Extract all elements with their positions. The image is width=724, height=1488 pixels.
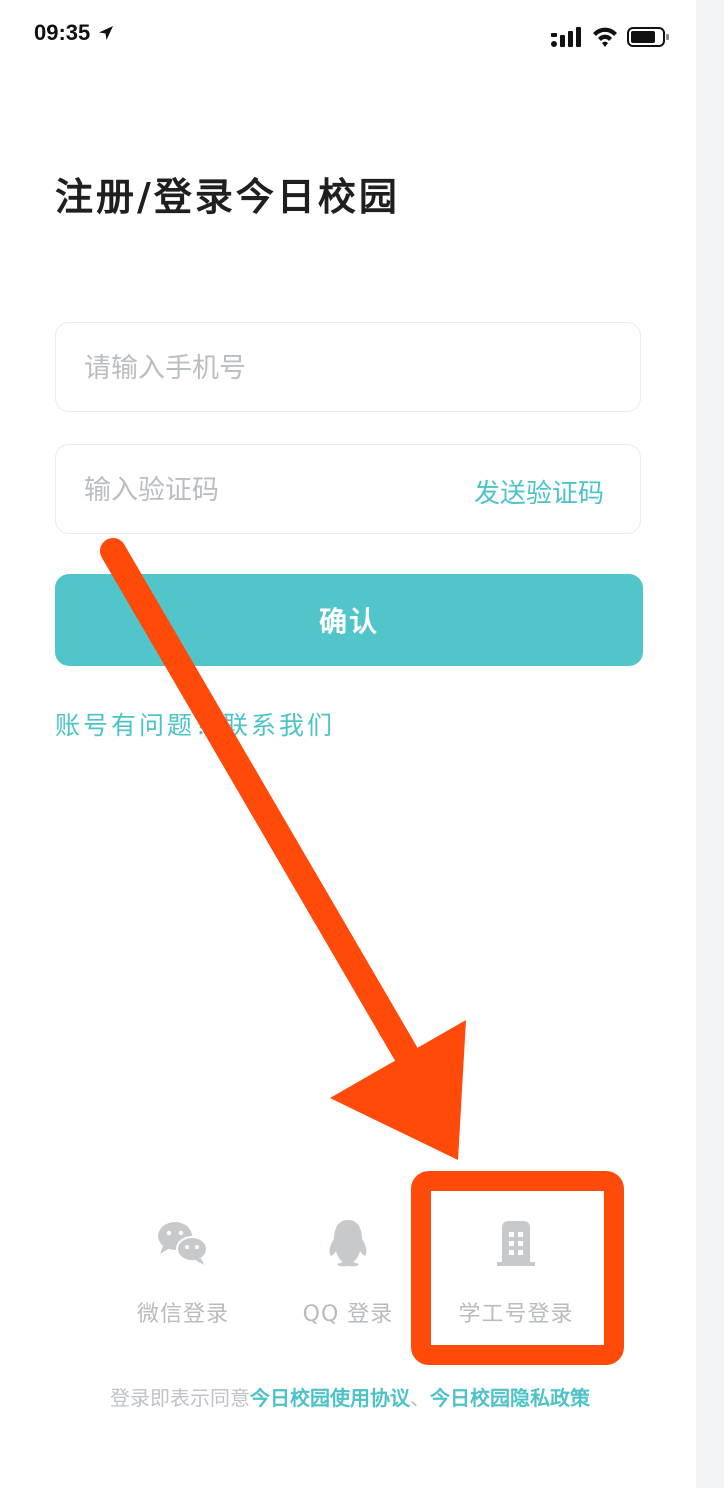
verification-code-input[interactable] <box>82 445 446 535</box>
qq-penguin-icon <box>329 1220 367 1267</box>
status-icons <box>551 27 669 47</box>
privacy-policy-link[interactable]: 今日校园隐私政策 <box>430 1386 590 1410</box>
signal-icon <box>551 27 581 47</box>
agreement-separator: 、 <box>410 1386 430 1410</box>
verification-code-field: 发送验证码 <box>55 444 641 535</box>
qq-login-button[interactable]: QQ 登录 <box>273 1218 423 1328</box>
staff-id-login-button[interactable]: 学工号登录 <box>441 1218 591 1328</box>
wifi-icon <box>593 27 617 47</box>
side-gutter <box>696 0 724 1488</box>
agreement-text: 登录即表示同意今日校园使用协议、今日校园隐私政策 <box>0 1382 700 1411</box>
location-arrow-icon <box>99 26 114 40</box>
phone-field <box>55 322 641 413</box>
staff-id-login-label: 学工号登录 <box>458 1302 574 1327</box>
status-time: 09:35 <box>34 20 114 46</box>
building-icon <box>497 1221 535 1266</box>
qq-login-label: QQ 登录 <box>302 1302 394 1327</box>
annotation-arrow-head <box>330 1020 466 1160</box>
contact-us-link[interactable]: 账号有问题？联系我们 <box>55 706 335 742</box>
wechat-login-label: 微信登录 <box>136 1302 229 1327</box>
battery-icon <box>627 27 669 47</box>
wechat-login-button[interactable]: 微信登录 <box>108 1218 258 1328</box>
phone-input[interactable] <box>82 323 446 413</box>
agreement-prefix: 登录即表示同意 <box>110 1386 250 1410</box>
page-title: 注册/登录今日校园 <box>55 175 400 219</box>
send-code-button[interactable]: 发送验证码 <box>474 473 604 510</box>
confirm-button[interactable]: 确认 <box>55 574 643 666</box>
terms-of-use-link[interactable]: 今日校园使用协议 <box>250 1386 410 1410</box>
wechat-icon <box>158 1222 208 1265</box>
